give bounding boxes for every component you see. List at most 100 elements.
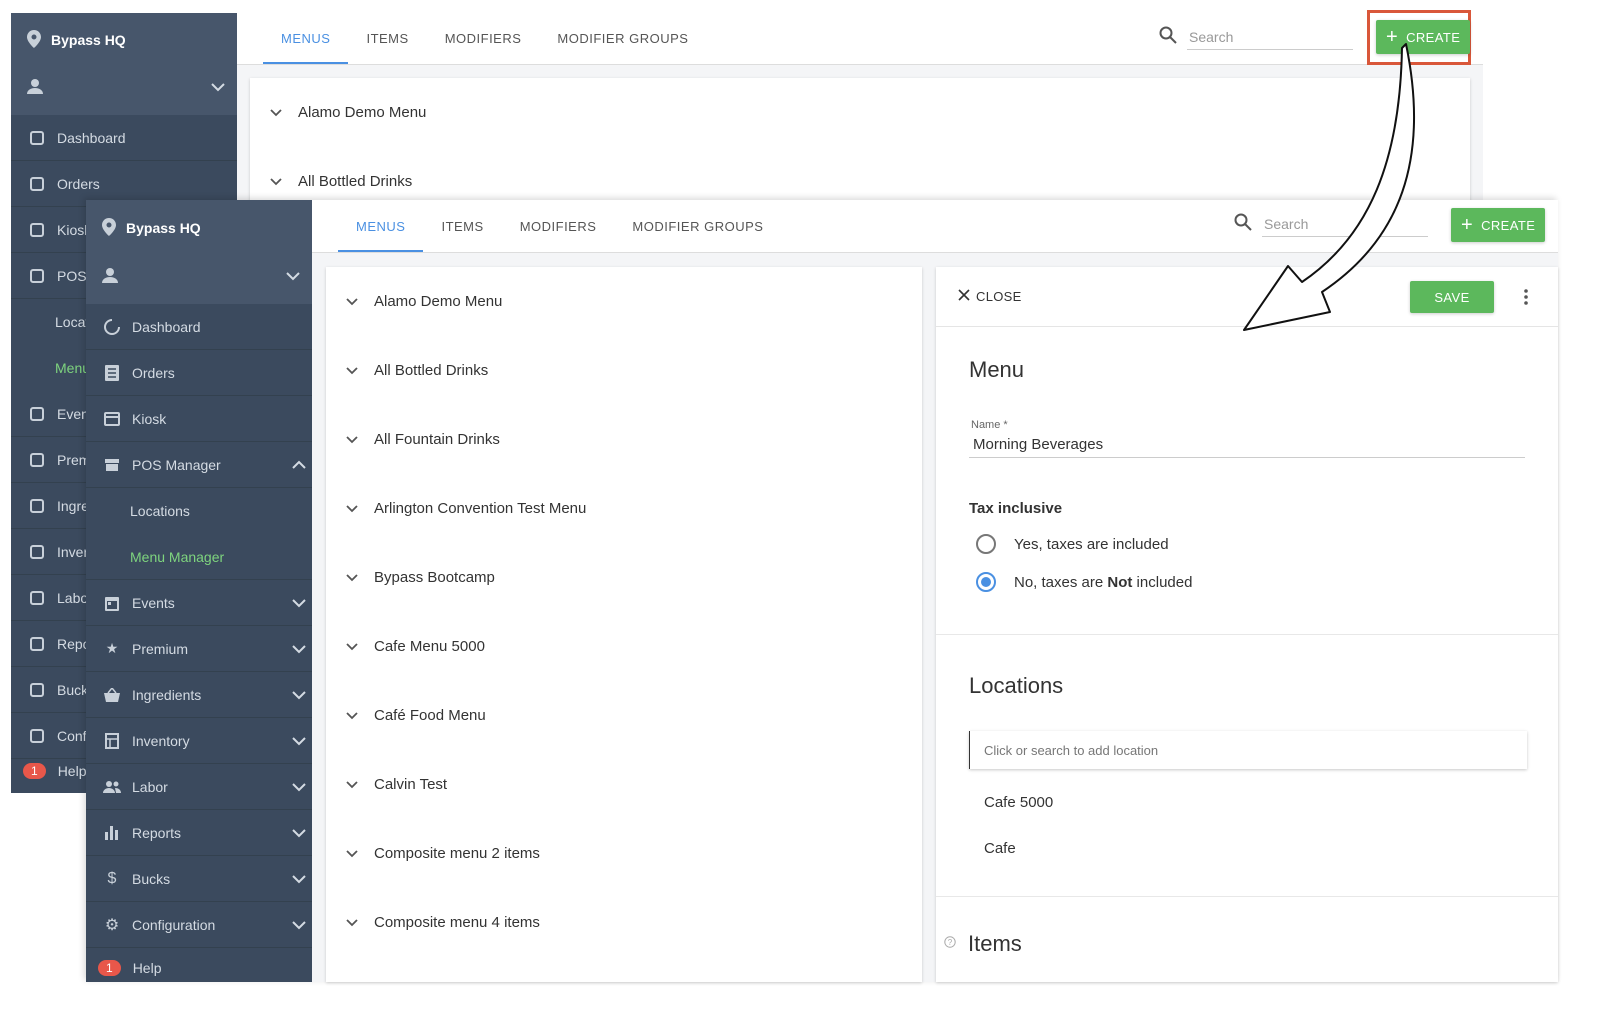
- chevron-down-icon[interactable]: [346, 366, 358, 375]
- locations-section: Locations Click or search to add locatio…: [936, 635, 1558, 897]
- menu-list-item[interactable]: Composite menu 4 items: [326, 888, 922, 957]
- front-tab-modifier-groups[interactable]: MODIFIER GROUPS: [614, 200, 781, 252]
- back-sidebar-item-dashboard[interactable]: Dashboard: [11, 115, 237, 161]
- sidebar-item-orders[interactable]: Orders: [86, 350, 312, 396]
- items-section: ? Items: [936, 897, 1558, 957]
- back-brand-name: Bypass HQ: [51, 32, 126, 48]
- chevron-down-icon[interactable]: [292, 917, 306, 933]
- chevron-down-icon[interactable]: [270, 108, 282, 117]
- menu-list-item[interactable]: Cafe Menu 5000: [326, 612, 922, 681]
- menu-list-item[interactable]: Composite menu 2 items: [326, 819, 922, 888]
- chevron-down-icon[interactable]: [292, 871, 306, 887]
- chevron-down-icon[interactable]: [346, 504, 358, 513]
- svg-text:?: ?: [948, 938, 953, 947]
- user-icon[interactable]: [27, 78, 43, 97]
- front-brand-name: Bypass HQ: [126, 220, 201, 236]
- tax-yes-option[interactable]: Yes, taxes are included: [976, 525, 1526, 563]
- chevron-down-icon[interactable]: [346, 780, 358, 789]
- menu-editor-panel: CLOSE SAVE Menu Name * Morning Beverages…: [936, 267, 1558, 982]
- sidebar-item-kiosk[interactable]: Kiosk: [86, 396, 312, 442]
- tax-no-radio[interactable]: [976, 572, 996, 592]
- basket-icon: [27, 498, 47, 513]
- chevron-down-icon[interactable]: [346, 849, 358, 858]
- sidebar-item-configuration[interactable]: ⚙ Configuration: [86, 902, 312, 948]
- menu-list-item[interactable]: Calvin Test: [326, 750, 922, 819]
- front-tab-menus[interactable]: MENUS: [338, 200, 424, 252]
- menu-list-item[interactable]: All Bottled Drinks: [326, 336, 922, 405]
- front-create-button[interactable]: + CREATE: [1451, 208, 1546, 242]
- tax-no-suffix: included: [1132, 573, 1193, 591]
- chevron-down-icon[interactable]: [346, 573, 358, 582]
- front-menu-list: Alamo Demo Menu All Bottled Drinks All Fou…: [326, 267, 922, 957]
- sidebar-item-ingredients[interactable]: Ingredients: [86, 672, 312, 718]
- menu-list-item[interactable]: Alamo Demo Menu: [326, 267, 922, 336]
- chevron-down-icon[interactable]: [292, 733, 306, 749]
- chevron-up-icon[interactable]: [292, 457, 306, 473]
- calendar-icon: [102, 595, 122, 611]
- chevron-down-icon[interactable]: [346, 435, 358, 444]
- callout-arrow: [1243, 43, 1416, 331]
- orders-icon: [27, 176, 47, 191]
- user-icon[interactable]: [102, 267, 118, 286]
- location-pin-icon: [102, 217, 116, 239]
- tax-yes-radio[interactable]: [976, 534, 996, 554]
- items-heading: Items: [968, 931, 1022, 956]
- front-tab-modifiers[interactable]: MODIFIERS: [502, 200, 615, 252]
- location-item[interactable]: Cafe 5000: [969, 779, 1526, 825]
- sidebar-item-events[interactable]: Events: [86, 580, 312, 626]
- chevron-down-icon[interactable]: [292, 595, 306, 611]
- more-vert-icon[interactable]: [1524, 289, 1528, 310]
- close-label: CLOSE: [976, 289, 1022, 304]
- gear-icon: [27, 728, 47, 743]
- help-circle-icon[interactable]: ?: [944, 935, 956, 953]
- back-tab-items[interactable]: ITEMS: [348, 13, 426, 64]
- tax-no-option[interactable]: No, taxes are Not included: [976, 563, 1526, 601]
- chevron-down-icon[interactable]: [292, 779, 306, 795]
- back-tab-menus[interactable]: MENUS: [263, 13, 349, 64]
- menu-list-item[interactable]: Arlington Convention Test Menu: [326, 474, 922, 543]
- chevron-down-icon[interactable]: [211, 79, 225, 95]
- sidebar-item-locations[interactable]: Locations: [86, 488, 312, 534]
- sidebar-item-menu-manager[interactable]: Menu Manager: [86, 534, 312, 580]
- chevron-down-icon[interactable]: [286, 268, 300, 284]
- menu-name: Calvin Test: [374, 776, 448, 793]
- sidebar-label: Locations: [130, 503, 190, 519]
- menu-section: Menu Name * Morning Beverages Tax inclus…: [936, 327, 1558, 635]
- chevron-down-icon[interactable]: [346, 297, 358, 306]
- chevron-down-icon[interactable]: [292, 641, 306, 657]
- chevron-down-icon[interactable]: [270, 177, 282, 186]
- chevron-down-icon[interactable]: [292, 825, 306, 841]
- sidebar-item-dashboard[interactable]: Dashboard: [86, 304, 312, 350]
- chevron-down-icon[interactable]: [346, 711, 358, 720]
- front-tab-items[interactable]: ITEMS: [423, 200, 501, 252]
- menu-name: Composite menu 2 items: [374, 845, 540, 862]
- sidebar-item-pos-manager[interactable]: POS Manager: [86, 442, 312, 488]
- callout-arrow-shape: [1243, 43, 1416, 331]
- menu-name: Café Food Menu: [374, 707, 486, 724]
- menu-name: Arlington Convention Test Menu: [374, 500, 587, 517]
- back-tab-modifiers[interactable]: MODIFIERS: [427, 13, 540, 64]
- location-search-input[interactable]: Click or search to add location: [969, 731, 1527, 769]
- chevron-down-icon[interactable]: [346, 918, 358, 927]
- sidebar-label: Configuration: [132, 916, 216, 933]
- name-field[interactable]: Name * Morning Beverages: [969, 419, 1525, 458]
- menu-name: All Bottled Drinks: [298, 173, 413, 190]
- sidebar-item-premium[interactable]: ★ Premium: [86, 626, 312, 672]
- sidebar-label: Bucks: [132, 870, 171, 887]
- sidebar-item-help[interactable]: 1 Help: [86, 948, 312, 988]
- sidebar-item-bucks[interactable]: $ Bucks: [86, 856, 312, 902]
- location-item[interactable]: Cafe: [969, 825, 1526, 871]
- help-badge: 1: [23, 763, 46, 779]
- back-help[interactable]: 1 Help: [23, 763, 86, 779]
- back-tab-modifier-groups[interactable]: MODIFIER GROUPS: [539, 13, 706, 64]
- close-button[interactable]: CLOSE: [958, 289, 1022, 304]
- sidebar-item-labor[interactable]: Labor: [86, 764, 312, 810]
- menu-list-item[interactable]: Bypass Bootcamp: [326, 543, 922, 612]
- chevron-down-icon[interactable]: [346, 642, 358, 651]
- chevron-down-icon[interactable]: [292, 687, 306, 703]
- kiosk-icon: [27, 222, 47, 237]
- menu-list-item[interactable]: All Fountain Drinks: [326, 405, 922, 474]
- sidebar-item-reports[interactable]: Reports: [86, 810, 312, 856]
- menu-list-item[interactable]: Café Food Menu: [326, 681, 922, 750]
- sidebar-item-inventory[interactable]: Inventory: [86, 718, 312, 764]
